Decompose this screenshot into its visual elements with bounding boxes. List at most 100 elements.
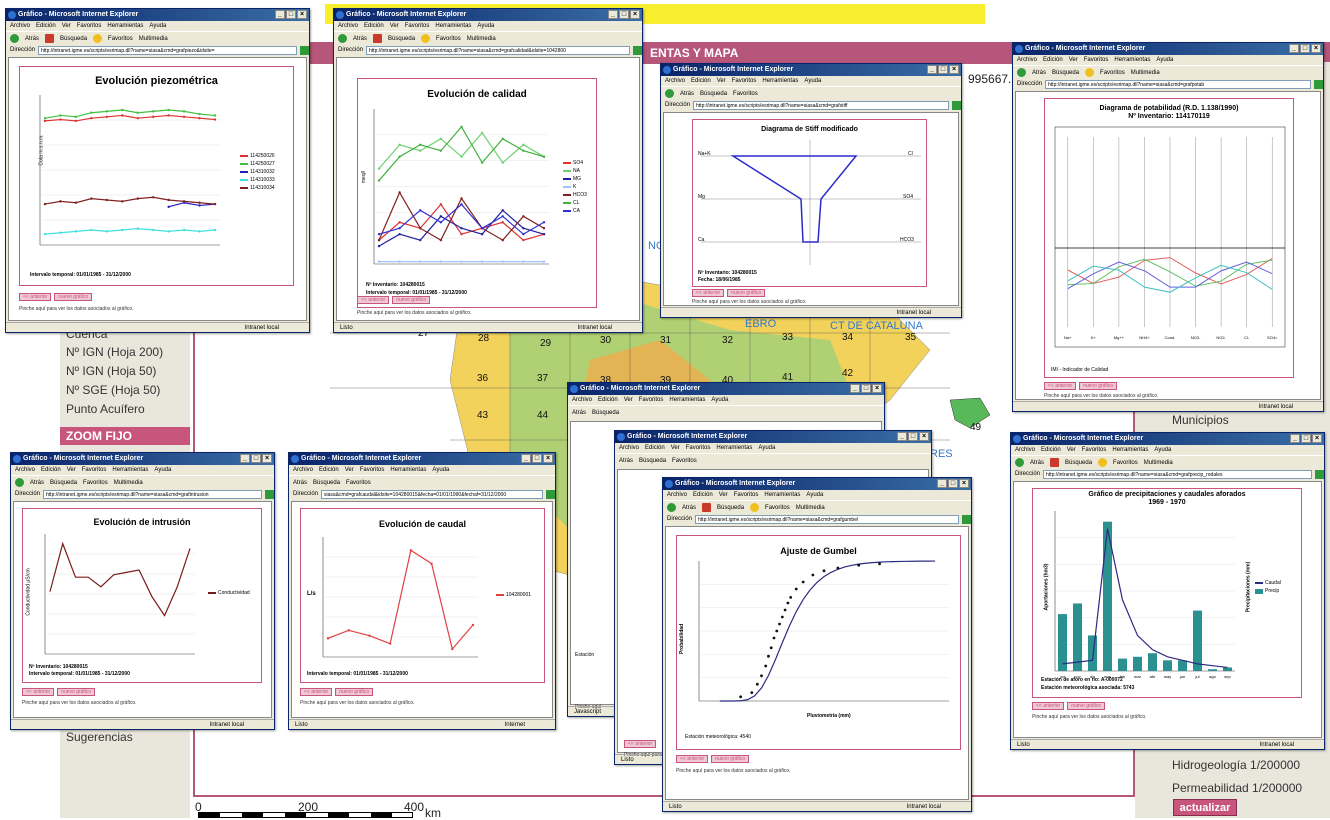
minimize-icon[interactable]: _	[1289, 44, 1299, 53]
ie-window-piezometrica[interactable]: Gráfico - Microsoft Internet Explorer _ □…	[5, 8, 310, 333]
search-label[interactable]: Búsqueda	[1052, 66, 1079, 80]
menu-herramientas[interactable]: Herramientas	[435, 21, 471, 31]
minimize-icon[interactable]: _	[927, 65, 937, 74]
search-label[interactable]: Búsqueda	[388, 32, 415, 46]
back-icon[interactable]	[10, 34, 19, 43]
ie-window-stiff[interactable]: Gráfico - Microsoft Internet Explorer _ □…	[660, 63, 962, 318]
menu-favoritos[interactable]: Favoritos	[1082, 445, 1107, 455]
data-link[interactable]: Pinche aquí para ver los datos asociados…	[676, 768, 791, 774]
close-icon[interactable]: ×	[1311, 44, 1321, 53]
window-titlebar[interactable]: Gráfico - Microsoft Internet Explorer _ □…	[6, 9, 309, 21]
maximize-icon[interactable]: □	[1301, 434, 1311, 443]
menu-favoritos[interactable]: Favoritos	[686, 443, 711, 453]
link-sge-50[interactable]: Nº SGE (Hoja 50)	[66, 383, 160, 397]
back-icon[interactable]	[667, 503, 676, 512]
address-input[interactable]: http://intranet.igme.es/scripts/esrimap.…	[695, 515, 959, 524]
minimize-icon[interactable]: _	[937, 479, 947, 488]
favorites-icon[interactable]	[93, 34, 103, 43]
favorites-label[interactable]: Favoritos	[765, 501, 790, 515]
next-button[interactable]: nuevo gráfico	[392, 296, 431, 304]
menu-favoritos[interactable]: Favoritos	[732, 76, 757, 86]
minimize-icon[interactable]: _	[1290, 434, 1300, 443]
maximize-icon[interactable]: □	[938, 65, 948, 74]
back-label[interactable]: Atrás	[353, 32, 367, 46]
address-input[interactable]: siasa&cmd=grafcaudal&idsite=104280015&fe…	[321, 490, 543, 499]
menu-archivo[interactable]: Archivo	[1015, 445, 1035, 455]
back-icon[interactable]	[1015, 458, 1024, 467]
address-input[interactable]: http://intranet.igme.es/scripts/esrimap.…	[38, 46, 297, 55]
next-button[interactable]: nuevo gráfico	[57, 688, 96, 696]
link-municipios[interactable]: Municipios	[1172, 413, 1229, 427]
close-icon[interactable]: ×	[262, 454, 272, 463]
minimize-icon[interactable]: _	[850, 384, 860, 393]
ie-window-caudal[interactable]: Gráfico - Microsoft Internet Explorer _ □…	[288, 452, 556, 730]
close-icon[interactable]: ×	[919, 432, 929, 441]
go-icon[interactable]	[546, 490, 555, 499]
link-ign-50[interactable]: Nº IGN (Hoja 50)	[66, 364, 156, 378]
menu-edicion[interactable]: Edición	[598, 395, 618, 405]
back-icon[interactable]	[665, 89, 674, 98]
menu-herramientas[interactable]: Herramientas	[390, 465, 426, 475]
menu-ayuda[interactable]: Ayuda	[149, 21, 166, 31]
data-link[interactable]: Pinche aquí para ver los datos asociados…	[1032, 714, 1147, 720]
menu-edicion[interactable]: Edición	[36, 21, 56, 31]
close-icon[interactable]: ×	[949, 65, 959, 74]
menu-archivo[interactable]: Archivo	[15, 465, 35, 475]
prev-button[interactable]: << anterior	[19, 293, 52, 301]
link-punto-acuifero[interactable]: Punto Acuífero	[66, 402, 145, 416]
menu-edicion[interactable]: Edición	[691, 76, 711, 86]
ie-window-calidad[interactable]: Gráfico - Microsoft Internet Explorer _ □…	[333, 8, 643, 333]
menu-edicion[interactable]: Edición	[1041, 445, 1061, 455]
back-label[interactable]: Atrás	[680, 87, 694, 101]
back-label[interactable]: Atrás	[572, 406, 586, 420]
menu-herramientas[interactable]: Herramientas	[107, 21, 143, 31]
menu-edicion[interactable]: Edición	[41, 465, 61, 475]
back-label[interactable]: Atrás	[30, 476, 44, 490]
link-hidrogeologia[interactable]: Hidrogeología 1/200000	[1172, 758, 1300, 772]
window-titlebar[interactable]: Gráfico - Microsoft Internet Explorer _ □…	[1011, 433, 1324, 445]
window-titlebar[interactable]: Gráfico - Microsoft Internet Explorer _ □…	[568, 383, 884, 395]
ie-window-gumbel[interactable]: Gráfico - Microsoft Internet Explorer _ □…	[662, 477, 972, 812]
prev-button[interactable]: << anterior	[624, 740, 657, 748]
menu-ver[interactable]: Ver	[717, 76, 726, 86]
menu-favoritos[interactable]: Favoritos	[734, 490, 759, 500]
data-link[interactable]: Pinche aquí para ver los datos asociados…	[300, 700, 415, 706]
maximize-icon[interactable]: □	[251, 454, 261, 463]
favorites-label[interactable]: Favoritos	[733, 87, 758, 101]
search-label[interactable]: Búsqueda	[717, 501, 744, 515]
menu-herramientas[interactable]: Herramientas	[764, 490, 800, 500]
menu-ver[interactable]: Ver	[1067, 445, 1076, 455]
prev-button[interactable]: << anterior	[300, 688, 333, 696]
maximize-icon[interactable]: □	[861, 384, 871, 393]
close-icon[interactable]: ×	[959, 479, 969, 488]
data-link[interactable]: Pinche aquí para ver los datos asociados…	[22, 700, 137, 706]
menu-ver[interactable]: Ver	[719, 490, 728, 500]
favorites-label[interactable]: Favoritos	[436, 32, 461, 46]
minimize-icon[interactable]: _	[521, 454, 531, 463]
go-icon[interactable]	[1314, 80, 1323, 89]
favorites-icon[interactable]	[1098, 458, 1108, 467]
address-input[interactable]: http://intranet.igme.es/scripts/esrimap.…	[366, 46, 630, 55]
prev-button[interactable]: << anterior	[357, 296, 390, 304]
menu-archivo[interactable]: Archivo	[572, 395, 592, 405]
next-button[interactable]: nuevo gráfico	[1067, 702, 1106, 710]
close-icon[interactable]: ×	[630, 10, 640, 19]
ie-window-intrusion[interactable]: Gráfico - Microsoft Internet Explorer _ □…	[10, 452, 275, 730]
window-titlebar[interactable]: Gráfico - Microsoft Internet Explorer _ □…	[11, 453, 274, 465]
media-label[interactable]: Multimedia	[139, 32, 168, 46]
address-input[interactable]: http://intranet.igme.es/scripts/esrimap.…	[1043, 470, 1312, 479]
menu-ayuda[interactable]: Ayuda	[806, 490, 823, 500]
search-label[interactable]: Búsqueda	[639, 454, 666, 468]
stop-icon[interactable]	[373, 34, 383, 43]
menu-edicion[interactable]: Edición	[364, 21, 384, 31]
menu-ayuda[interactable]: Ayuda	[804, 76, 821, 86]
data-link[interactable]: Pinche aquí para ver los datos asociados…	[357, 310, 472, 316]
favorites-label[interactable]: Favoritos	[672, 454, 697, 468]
minimize-icon[interactable]: _	[240, 454, 250, 463]
favorites-icon[interactable]	[1085, 68, 1095, 77]
stop-icon[interactable]	[702, 503, 712, 512]
data-link[interactable]: Pinche aquí para ver los datos asociados…	[19, 306, 134, 312]
favorites-label[interactable]: Favoritos	[1113, 456, 1138, 470]
menu-favoritos[interactable]: Favoritos	[639, 395, 664, 405]
maximize-icon[interactable]: □	[619, 10, 629, 19]
